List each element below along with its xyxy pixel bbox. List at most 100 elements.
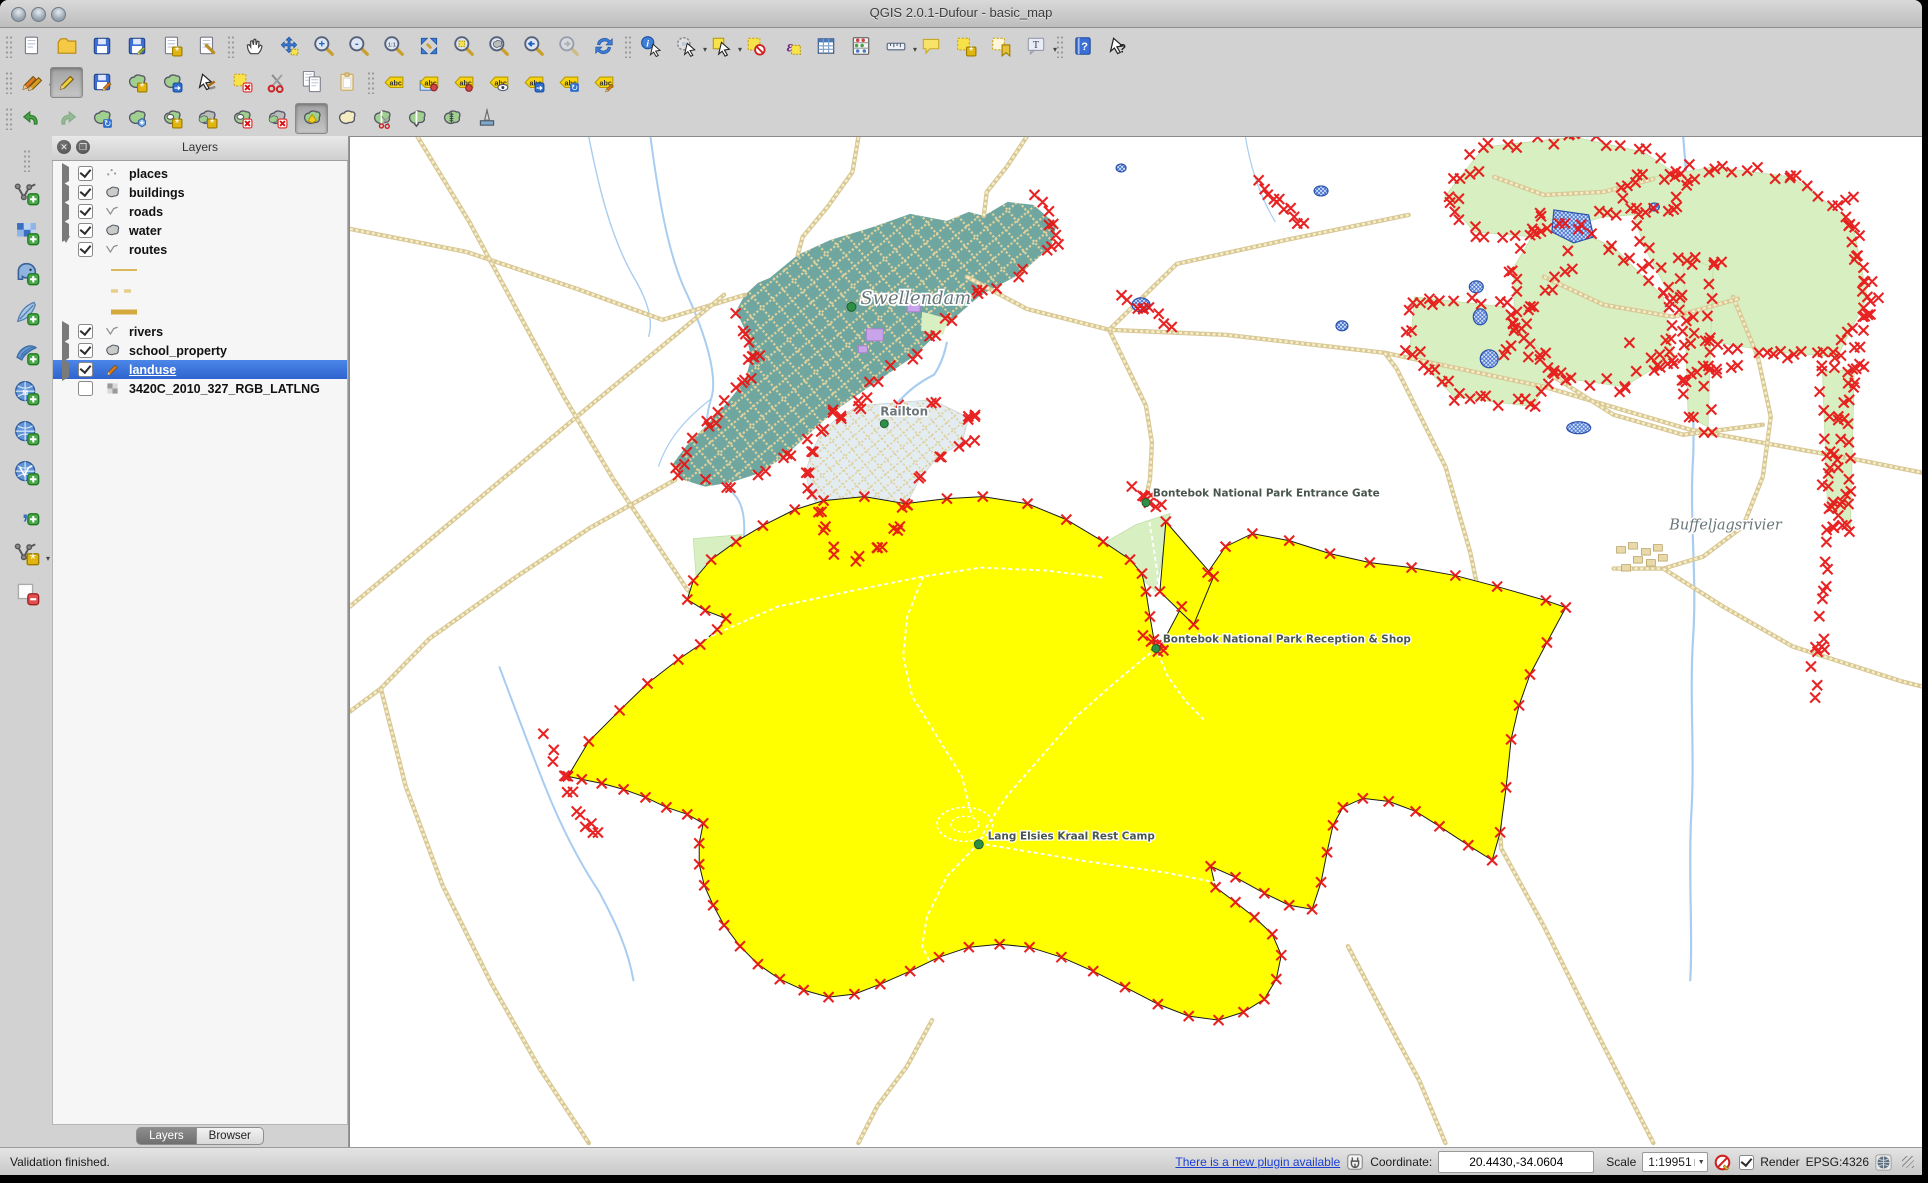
show-bookmarks-button[interactable] <box>984 31 1017 62</box>
layer-row-buildings[interactable]: buildings <box>53 183 347 202</box>
stop-render-icon[interactable] <box>1714 1154 1731 1171</box>
deselect-all-button[interactable] <box>739 31 772 62</box>
title-bar[interactable]: QGIS 2.0.1-Dufour - basic_map <box>0 0 1922 28</box>
zoom-out-button[interactable]: - <box>342 31 375 62</box>
reshape-features-button[interactable] <box>295 103 328 134</box>
add-raster-layer-button[interactable] <box>7 213 45 251</box>
toolbar-grip[interactable] <box>22 148 30 172</box>
expand-arrow-icon[interactable] <box>62 325 72 339</box>
pan-map-to-selection-button[interactable] <box>272 31 305 62</box>
layer-row-school_property[interactable]: school_property <box>53 341 347 360</box>
layer-visibility-checkbox[interactable] <box>78 324 93 339</box>
split-features-button[interactable] <box>365 103 398 134</box>
toolbar-grip[interactable] <box>623 34 631 58</box>
simplify-feature-button[interactable] <box>120 103 153 134</box>
delete-selected-button[interactable] <box>225 67 258 98</box>
move-label-button[interactable]: abc <box>517 67 550 98</box>
save-project-button[interactable] <box>85 31 118 62</box>
new-print-composer-button[interactable]: * <box>155 31 188 62</box>
text-annotation-button[interactable]: T▾ <box>1019 31 1052 62</box>
zoom-last-button[interactable] <box>517 31 550 62</box>
plugin-icon[interactable] <box>1346 1153 1364 1171</box>
layer-row-landuse[interactable]: landuse <box>53 360 347 379</box>
add-vector-layer-button[interactable] <box>7 173 45 211</box>
add-part-button[interactable]: * <box>190 103 223 134</box>
save-project-as-button[interactable] <box>120 31 153 62</box>
expand-arrow-icon[interactable] <box>62 205 72 219</box>
measure-line-button[interactable]: ▾ <box>879 31 912 62</box>
add-feature-button[interactable]: * <box>120 67 153 98</box>
layer-visibility-checkbox[interactable] <box>78 242 93 257</box>
highlight-pinned-labels-button[interactable]: abc <box>447 67 480 98</box>
panel-detach-icon[interactable]: ❐ <box>76 140 90 154</box>
add-wcs-layer-button[interactable] <box>7 413 45 451</box>
panel-close-icon[interactable]: ✕ <box>57 140 71 154</box>
new-project-button[interactable] <box>15 31 48 62</box>
add-spatialite-layer-button[interactable] <box>7 293 45 331</box>
zoom-next-button[interactable] <box>552 31 585 62</box>
redo-button[interactable] <box>50 103 83 134</box>
zoom-to-selection-button[interactable] <box>447 31 480 62</box>
zoom-full-button[interactable] <box>412 31 445 62</box>
zoom-native-button[interactable]: 1:1 <box>377 31 410 62</box>
layer-visibility-checkbox[interactable] <box>78 343 93 358</box>
collapse-arrow-icon[interactable] <box>62 243 72 257</box>
add-wfs-layer-button[interactable] <box>7 453 45 491</box>
rotate-feature-button[interactable]: ↻ <box>85 103 118 134</box>
zoom-to-layer-button[interactable] <box>482 31 515 62</box>
open-attribute-table-button[interactable] <box>809 31 842 62</box>
toggle-editing-button[interactable] <box>50 67 83 98</box>
open-project-button[interactable] <box>50 31 83 62</box>
map-canvas[interactable]: Swellendam Railton Buffeljagsrivier Bont… <box>350 137 1922 1147</box>
merge-features-button[interactable] <box>435 103 468 134</box>
delete-ring-button[interactable] <box>225 103 258 134</box>
layer-visibility-checkbox[interactable] <box>78 381 93 396</box>
expand-arrow-icon[interactable] <box>62 186 72 200</box>
cut-features-button[interactable] <box>260 67 293 98</box>
show-hide-labels-button[interactable]: abc <box>482 67 515 98</box>
labeling-options-button[interactable]: abc <box>377 67 410 98</box>
layer-row-places[interactable]: places <box>53 164 347 183</box>
delete-part-button[interactable] <box>260 103 293 134</box>
scale-combo[interactable]: 1:19951 ▼ <box>1642 1152 1708 1172</box>
zoom-in-button[interactable]: + <box>307 31 340 62</box>
render-checkbox[interactable] <box>1739 1155 1754 1170</box>
move-feature-button[interactable] <box>155 67 188 98</box>
offset-curve-button[interactable] <box>330 103 363 134</box>
composer-manager-button[interactable] <box>190 31 223 62</box>
layer-row-water[interactable]: water <box>53 221 347 240</box>
select-by-expression-button[interactable]: ε <box>774 31 807 62</box>
field-calculator-button[interactable] <box>844 31 877 62</box>
undo-button[interactable] <box>15 103 48 134</box>
remove-layer-button[interactable] <box>7 573 45 611</box>
add-mssql-layer-button[interactable] <box>7 333 45 371</box>
coordinate-input[interactable] <box>1438 1151 1594 1173</box>
layer-visibility-checkbox[interactable] <box>78 166 93 181</box>
layer-visibility-checkbox[interactable] <box>78 185 93 200</box>
rotate-label-button[interactable]: abc↻ <box>552 67 585 98</box>
expand-arrow-icon[interactable] <box>62 363 72 377</box>
layer-row-roads[interactable]: roads <box>53 202 347 221</box>
run-feature-action-button[interactable]: ▾ <box>669 31 702 62</box>
crs-globe-icon[interactable] <box>1875 1154 1892 1171</box>
tab-browser[interactable]: Browser <box>197 1127 264 1145</box>
add-ring-button[interactable]: * <box>155 103 188 134</box>
layer-visibility-checkbox[interactable] <box>78 223 93 238</box>
new-bookmark-button[interactable]: * <box>949 31 982 62</box>
tab-layers[interactable]: Layers <box>136 1127 197 1145</box>
toolbar-grip[interactable] <box>4 70 12 94</box>
layer-visibility-checkbox[interactable] <box>78 362 93 377</box>
layer-row-rivers[interactable]: rivers <box>53 322 347 341</box>
add-postgis-layer-button[interactable] <box>7 253 45 291</box>
chevron-down-icon[interactable]: ▼ <box>1694 1159 1707 1166</box>
select-features-button[interactable]: ▾ <box>704 31 737 62</box>
node-tool-button[interactable] <box>190 67 223 98</box>
pin-labels-button[interactable]: abc <box>412 67 445 98</box>
change-label-properties-button[interactable]: abc <box>587 67 620 98</box>
copy-features-button[interactable] <box>295 67 328 98</box>
paste-features-button[interactable] <box>330 67 363 98</box>
toolbar-grip[interactable] <box>226 34 234 58</box>
layer-visibility-checkbox[interactable] <box>78 204 93 219</box>
resize-grip[interactable] <box>1902 1156 1914 1168</box>
toolbar-grip[interactable] <box>366 70 374 94</box>
